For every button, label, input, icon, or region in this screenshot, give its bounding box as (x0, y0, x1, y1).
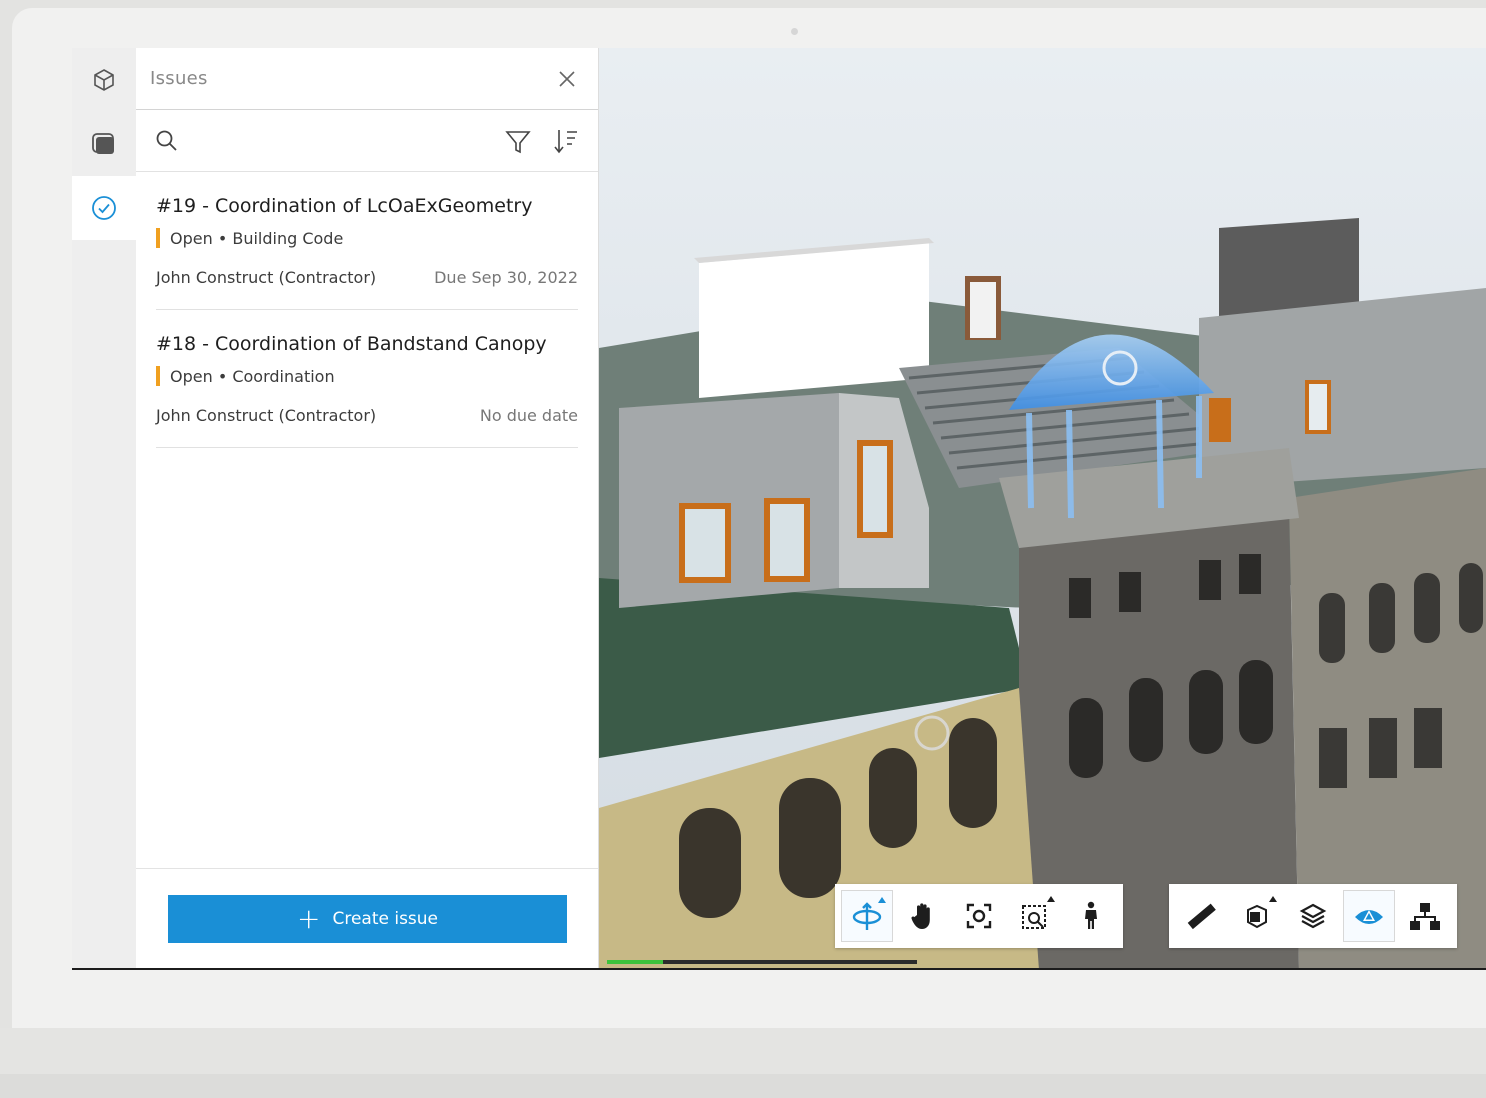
reality-capture-icon (1355, 910, 1383, 924)
model-cube-icon (94, 69, 114, 91)
issue-assignee: John Construct (Contractor) (156, 406, 377, 425)
navigation-toolbar (835, 884, 1123, 948)
layers-tool-button[interactable] (1287, 890, 1339, 942)
load-progress-bar (607, 960, 917, 964)
measure-icon (1187, 903, 1216, 930)
zoom-window-icon (1022, 905, 1046, 929)
first-person-tool-button[interactable] (1065, 890, 1117, 942)
issue-footer: John Construct (Contractor) Due Sep 30, … (156, 268, 578, 287)
issue-type: Building Code (232, 228, 344, 248)
laptop-base-shadow (0, 1074, 1486, 1098)
create-issue-label: Create issue (332, 909, 439, 929)
pan-tool-button[interactable] (897, 890, 949, 942)
tool-caret (1269, 896, 1277, 902)
issue-status: Open (170, 228, 213, 248)
issues-check-icon (92, 196, 116, 220)
filter-icon[interactable] (504, 128, 532, 156)
meta-separator: • (212, 366, 233, 386)
left-rail (72, 48, 136, 970)
rail-issues-button[interactable] (72, 176, 136, 240)
issue-due-date: No due date (479, 406, 578, 425)
issue-title: #18 - Coordination of Bandstand Canopy (156, 333, 547, 355)
layers-icon (1299, 903, 1327, 929)
issue-status: Open (170, 366, 213, 386)
model-browser-icon (1410, 903, 1440, 930)
panel-footer: + Create issue (136, 868, 598, 970)
issue-assignee: John Construct (Contractor) (156, 268, 377, 287)
issues-panel: Issues #19 - Coordination of LcOaExGeome… (136, 48, 599, 970)
issue-type: Coordination (232, 366, 335, 386)
building-model-render (599, 48, 1486, 970)
section-icon (1247, 904, 1267, 929)
load-progress-fill (607, 960, 663, 964)
issue-due-date: Due Sep 30, 2022 (434, 268, 578, 287)
sort-icon[interactable] (552, 126, 580, 156)
status-indicator (156, 228, 160, 248)
issue-item[interactable]: #18 - Coordination of Bandstand Canopy O… (156, 310, 578, 448)
first-person-icon (1085, 901, 1097, 929)
tool-caret (1047, 896, 1055, 902)
meta-separator: • (212, 228, 233, 248)
app-screen: Issues #19 - Coordination of LcOaExGeome… (72, 48, 1486, 970)
issue-title: #19 - Coordination of LcOaExGeometry (156, 195, 533, 217)
measure-tool-button[interactable] (1175, 890, 1227, 942)
panel-title: Issues (150, 68, 208, 89)
reality-capture-tool-button[interactable] (1343, 890, 1395, 942)
close-icon[interactable] (556, 68, 578, 90)
model-browser-tool-button[interactable] (1399, 890, 1451, 942)
issue-meta: Open • Building Code (156, 228, 578, 248)
rail-layers-button[interactable] (72, 112, 136, 176)
model-viewport[interactable] (599, 48, 1486, 970)
zoom-window-tool-button[interactable] (1009, 890, 1061, 942)
search-icon[interactable] (154, 128, 180, 154)
issue-item[interactable]: #19 - Coordination of LcOaExGeometry Ope… (156, 172, 578, 310)
section-tool-button[interactable] (1231, 890, 1283, 942)
camera-dot (791, 28, 798, 35)
orbit-icon (852, 902, 882, 930)
focus-icon (966, 903, 992, 929)
layers-stack-icon (92, 133, 114, 154)
pan-icon (911, 903, 930, 929)
rail-model-button[interactable] (72, 48, 136, 112)
tool-caret (878, 897, 886, 903)
orbit-tool-button[interactable] (841, 890, 893, 942)
status-indicator (156, 366, 160, 386)
laptop-base (0, 1028, 1486, 1074)
plus-icon: + (296, 902, 321, 935)
create-issue-button[interactable]: + Create issue (168, 895, 567, 943)
issue-meta: Open • Coordination (156, 366, 578, 386)
issue-footer: John Construct (Contractor) No due date (156, 406, 578, 425)
panel-toolbar (136, 110, 598, 172)
panel-header: Issues (136, 48, 598, 110)
analysis-toolbar (1169, 884, 1457, 948)
focus-tool-button[interactable] (953, 890, 1005, 942)
